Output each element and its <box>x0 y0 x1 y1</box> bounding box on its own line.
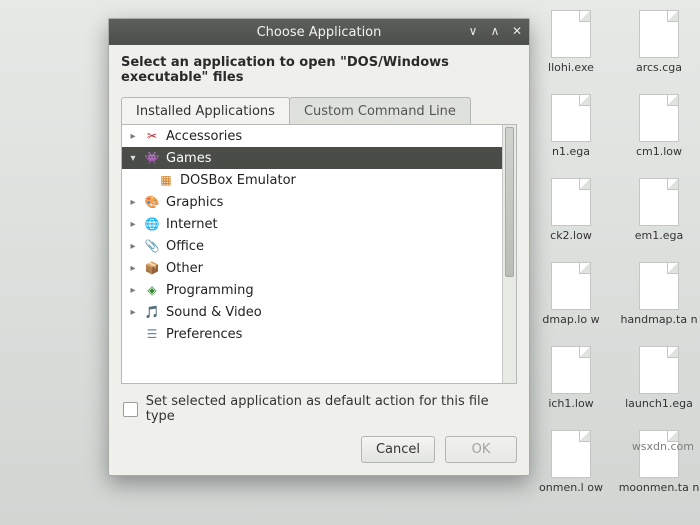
file-label: arcs.cga <box>636 61 682 74</box>
tree-label: Internet <box>166 217 218 232</box>
file-icon[interactable]: cm1.low <box>616 94 700 174</box>
dialog-title: Choose Application <box>257 25 382 40</box>
document-icon <box>551 10 591 58</box>
window-maximize-icon[interactable]: ∧ <box>487 23 503 39</box>
expand-icon[interactable]: ▸ <box>128 197 138 208</box>
file-icon[interactable]: onmen.l ow <box>528 430 614 510</box>
default-action-checkbox[interactable] <box>123 402 138 417</box>
dialog-prompt: Select an application to open "DOS/Windo… <box>109 45 529 91</box>
file-label: n1.ega <box>552 145 590 158</box>
tree-category-games[interactable]: ▾ 👾 Games <box>122 147 502 169</box>
document-icon <box>551 430 591 478</box>
tree-scrollbar[interactable] <box>502 125 516 383</box>
file-label: onmen.l ow <box>539 481 603 494</box>
file-icon <box>0 430 86 510</box>
expand-icon[interactable]: ▸ <box>128 263 138 274</box>
file-icon[interactable]: em1.ega <box>616 178 700 258</box>
file-icon[interactable]: n1.ega <box>528 94 614 174</box>
other-icon: 📦 <box>144 260 160 276</box>
tree-category-preferences[interactable]: ☰ Preferences <box>122 323 502 345</box>
document-icon <box>639 10 679 58</box>
document-icon <box>551 94 591 142</box>
file-label: handmap.ta n <box>620 313 697 326</box>
sound-video-icon: 🎵 <box>144 304 160 320</box>
file-icon[interactable]: arcs.cga <box>616 10 700 90</box>
tree-label: Accessories <box>166 129 242 144</box>
preferences-icon: ☰ <box>144 326 160 342</box>
file-label: ich1.low <box>548 397 593 410</box>
internet-icon: 🌐 <box>144 216 160 232</box>
tree-category-accessories[interactable]: ▸ ✂ Accessories <box>122 125 502 147</box>
expand-icon[interactable]: ▸ <box>128 241 138 252</box>
file-icon <box>0 346 86 426</box>
accessories-icon: ✂ <box>144 128 160 144</box>
programming-icon: ◈ <box>144 282 160 298</box>
tree-category-internet[interactable]: ▸ 🌐 Internet <box>122 213 502 235</box>
file-label: ck2.low <box>550 229 592 242</box>
file-label: launch1.ega <box>625 397 693 410</box>
window-close-icon[interactable]: ✕ <box>509 23 525 39</box>
dialog-titlebar[interactable]: Choose Application ∨ ∧ ✕ <box>109 19 529 45</box>
document-icon <box>639 346 679 394</box>
document-icon <box>639 430 679 478</box>
tree-label: Games <box>166 151 211 166</box>
tree-label: Graphics <box>166 195 223 210</box>
document-icon <box>639 94 679 142</box>
document-icon <box>639 178 679 226</box>
file-icon[interactable]: ich1.low <box>528 346 614 426</box>
tree-label: Other <box>166 261 203 276</box>
dialog-button-row: Cancel OK <box>109 430 529 475</box>
tab-installed-applications[interactable]: Installed Applications <box>121 97 290 124</box>
expand-icon[interactable]: ▸ <box>128 219 138 230</box>
file-icon <box>0 10 86 90</box>
tree-label: Office <box>166 239 204 254</box>
expand-icon[interactable]: ▸ <box>128 307 138 318</box>
document-icon <box>551 346 591 394</box>
ok-button[interactable]: OK <box>445 436 517 463</box>
default-action-label: Set selected application as default acti… <box>146 394 515 424</box>
tab-bar: Installed Applications Custom Command Li… <box>109 91 529 124</box>
file-icon <box>0 262 86 342</box>
document-icon <box>639 262 679 310</box>
document-icon <box>551 262 591 310</box>
window-minimize-icon[interactable]: ∨ <box>465 23 481 39</box>
scrollbar-thumb[interactable] <box>505 127 514 277</box>
cancel-button[interactable]: Cancel <box>361 436 435 463</box>
tree-label: Preferences <box>166 327 242 342</box>
file-label: moonmen.ta n <box>619 481 700 494</box>
file-icon[interactable]: ck2.low <box>528 178 614 258</box>
tree-category-other[interactable]: ▸ 📦 Other <box>122 257 502 279</box>
file-icon[interactable]: llohi.exe <box>528 10 614 90</box>
tab-custom-command-line[interactable]: Custom Command Line <box>289 97 471 124</box>
file-icon[interactable]: launch1.ega <box>616 346 700 426</box>
file-icon <box>0 178 86 258</box>
document-icon <box>551 178 591 226</box>
file-icon <box>0 94 86 174</box>
graphics-icon: 🎨 <box>144 194 160 210</box>
tree-label: DOSBox Emulator <box>180 173 296 188</box>
office-icon: 📎 <box>144 238 160 254</box>
default-action-row: Set selected application as default acti… <box>109 384 529 430</box>
tree-category-sound-video[interactable]: ▸ 🎵 Sound & Video <box>122 301 502 323</box>
tree-category-office[interactable]: ▸ 📎 Office <box>122 235 502 257</box>
choose-application-dialog: Choose Application ∨ ∧ ✕ Select an appli… <box>108 18 530 476</box>
file-label: em1.ega <box>635 229 683 242</box>
file-icon[interactable]: handmap.ta n <box>616 262 700 342</box>
tree-app-dosbox-emulator[interactable]: ▦ DOSBox Emulator <box>122 169 502 191</box>
dosbox-icon: ▦ <box>158 172 174 188</box>
tree-label: Programming <box>166 283 254 298</box>
file-label: cm1.low <box>636 145 682 158</box>
tree-label: Sound & Video <box>166 305 262 320</box>
watermark-text: wsxdn.com <box>632 440 694 453</box>
expand-icon[interactable]: ▸ <box>128 131 138 142</box>
file-label: llohi.exe <box>548 61 594 74</box>
file-icon[interactable]: dmap.lo w <box>528 262 614 342</box>
application-tree: ▸ ✂ Accessories ▾ 👾 Games ▦ DOSBox Emula… <box>121 124 517 384</box>
games-icon: 👾 <box>144 150 160 166</box>
tree-category-programming[interactable]: ▸ ◈ Programming <box>122 279 502 301</box>
file-label: dmap.lo w <box>542 313 599 326</box>
tree-category-graphics[interactable]: ▸ 🎨 Graphics <box>122 191 502 213</box>
collapse-icon[interactable]: ▾ <box>128 153 138 164</box>
expand-icon[interactable]: ▸ <box>128 285 138 296</box>
